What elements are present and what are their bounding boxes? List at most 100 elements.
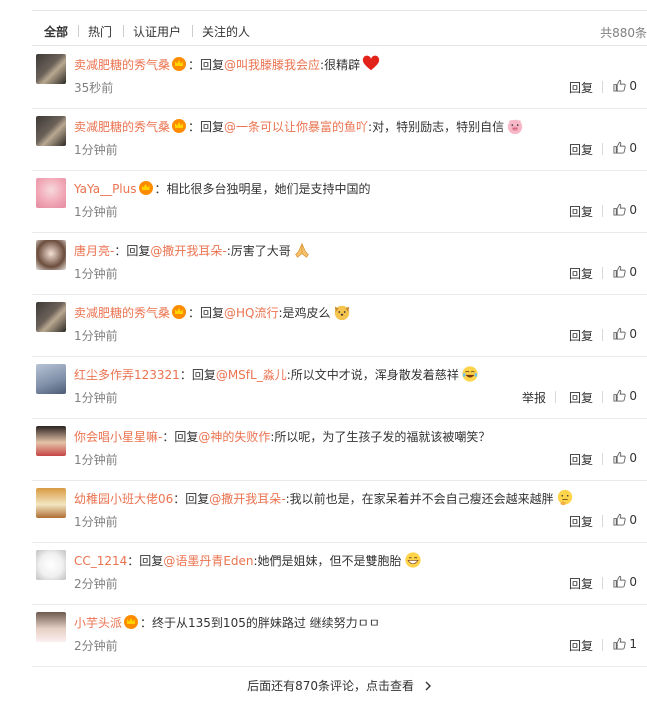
- comment-username[interactable]: 小芋头派: [74, 616, 122, 630]
- comment-text: :很精辟: [320, 58, 361, 72]
- comment-username[interactable]: 卖减肥糖的秀气桑: [74, 120, 170, 134]
- comment-username[interactable]: 你会唱小星星嘛-: [74, 430, 162, 444]
- comment-total: 共880条: [600, 26, 647, 40]
- comment-mention[interactable]: @神的失败作: [198, 430, 270, 444]
- like-button[interactable]: 0: [613, 141, 637, 155]
- comment-line: 幼稚园小班大佬06：回复@撒开我耳朵-:我以前也是，在家呆着并不会自己瘦还会越来…: [74, 489, 644, 509]
- comment-mention[interactable]: @语墨丹青Eden: [163, 554, 253, 568]
- reply-button[interactable]: 回复: [569, 141, 593, 158]
- comment-line: 卖减肥糖的秀气桑 ：回复@叫我滕滕我会应:很精辟: [74, 55, 644, 75]
- dog-face-icon: [333, 303, 351, 321]
- thumbs-up-icon: [613, 141, 626, 154]
- action-divider: [555, 391, 556, 403]
- avatar[interactable]: [36, 178, 66, 208]
- like-count: 0: [625, 389, 637, 403]
- reply-button[interactable]: 回复: [569, 451, 593, 468]
- reply-button[interactable]: 回复: [569, 79, 593, 96]
- comment-mention[interactable]: @撒开我耳朵-: [209, 492, 285, 506]
- comment-line: 小芋头派 ：终于从135到105的胖妹路过 继续努力ㅁㅁ: [74, 613, 644, 633]
- action-divider: [602, 267, 603, 279]
- action-divider: [602, 453, 603, 465]
- like-button[interactable]: 0: [613, 513, 637, 527]
- comment-mention[interactable]: @叫我滕滕我会应: [224, 58, 320, 72]
- comment-item: 红尘多作弄123321：回复@MSfL_淼儿:所以文中才说，浑身散发着慈祥 1分钟…: [32, 356, 647, 418]
- comment-username[interactable]: 卖减肥糖的秀气桑: [74, 306, 170, 320]
- like-button[interactable]: 1: [613, 637, 637, 651]
- comment-actions: 0 回复: [477, 203, 637, 219]
- avatar[interactable]: [36, 426, 66, 456]
- avatar[interactable]: [36, 54, 66, 84]
- action-divider: [602, 205, 603, 217]
- action-divider: [602, 391, 603, 403]
- tab-hot[interactable]: 热门: [88, 23, 112, 40]
- reply-button[interactable]: 回复: [569, 265, 593, 282]
- comment-text: :所以呢，为了生孩子发的福就该被嘲笑？: [270, 430, 491, 444]
- thumbs-up-icon: [613, 327, 626, 340]
- report-button[interactable]: 举报: [522, 389, 546, 406]
- comment-prefix: ：回复: [162, 430, 199, 444]
- comment-prefix: ：回复: [188, 58, 225, 72]
- avatar[interactable]: [36, 488, 66, 518]
- thinking-face-icon: [556, 489, 574, 507]
- avatar[interactable]: [36, 116, 66, 146]
- reply-button[interactable]: 回复: [569, 327, 593, 344]
- comment-username[interactable]: 幼稚园小班大佬06: [74, 492, 173, 506]
- vip-crown-icon: [172, 119, 187, 133]
- comment-username[interactable]: 红尘多作弄123321: [74, 368, 180, 382]
- comment-line: 红尘多作弄123321：回复@MSfL_淼儿:所以文中才说，浑身散发着慈祥: [74, 365, 644, 385]
- tab-following[interactable]: 关注的人: [202, 23, 250, 40]
- reply-button[interactable]: 回复: [569, 389, 593, 406]
- vip-crown-icon: [138, 181, 153, 195]
- comment-mention[interactable]: @撒开我耳朵-: [150, 244, 226, 258]
- comment-prefix: ：回复: [179, 368, 216, 382]
- reply-button[interactable]: 回复: [569, 513, 593, 530]
- like-button[interactable]: 0: [613, 575, 637, 589]
- like-button[interactable]: 0: [613, 389, 637, 403]
- thumbs-up-icon: [613, 265, 626, 278]
- load-more-label: 后面还有870条评论，点击查看: [247, 679, 415, 693]
- comment-line: 唐月亮-：回复@撒开我耳朵-:厉害了大哥: [74, 241, 644, 261]
- tab-divider: [192, 25, 193, 37]
- comment-actions: 0 回复: [477, 327, 637, 343]
- chevron-right-icon: [425, 681, 431, 691]
- comment-username[interactable]: CC_1214: [74, 554, 127, 568]
- top-divider: [32, 10, 647, 11]
- comment-username[interactable]: 唐月亮-: [74, 244, 114, 258]
- comment-text: :我以前也是，在家呆着并不会自己瘦还会越来越胖: [285, 492, 554, 506]
- reply-button[interactable]: 回复: [569, 575, 593, 592]
- comment-time: 1分钟前: [74, 205, 118, 219]
- comment-username[interactable]: YaYa__Plus: [74, 182, 137, 196]
- thumbs-up-icon: [613, 203, 626, 216]
- comment-actions: 1 回复: [477, 637, 637, 653]
- avatar[interactable]: [36, 302, 66, 332]
- comment-time: 35秒前: [74, 81, 114, 95]
- comment-prefix: ：回复: [188, 120, 225, 134]
- like-count: 0: [625, 203, 637, 217]
- comment-prefix: ：: [154, 182, 167, 196]
- reply-button[interactable]: 回复: [569, 637, 593, 654]
- avatar[interactable]: [36, 550, 66, 580]
- reply-button[interactable]: 回复: [569, 203, 593, 220]
- comment-text: 相比很多台独明星，她们是支持中国的: [166, 182, 371, 196]
- like-button[interactable]: 0: [613, 203, 637, 217]
- load-more-link[interactable]: 后面还有870条评论，点击查看: [32, 677, 647, 694]
- vip-crown-icon: [172, 305, 187, 319]
- comment-time: 2分钟前: [74, 639, 118, 653]
- like-button[interactable]: 0: [613, 265, 637, 279]
- like-button[interactable]: 0: [613, 327, 637, 341]
- like-button[interactable]: 0: [613, 79, 637, 93]
- comment-mention[interactable]: @MSfL_淼儿: [216, 368, 287, 382]
- comment-item: 你会唱小星星嘛-：回复@神的失败作:所以呢，为了生孩子发的福就该被嘲笑？ 1分钟前…: [32, 418, 647, 480]
- avatar[interactable]: [36, 612, 66, 642]
- like-count: 0: [625, 451, 637, 465]
- comment-mention[interactable]: @HQ流行: [224, 306, 278, 320]
- avatar[interactable]: [36, 364, 66, 394]
- action-divider: [602, 143, 603, 155]
- comment-mention[interactable]: @一条可以让你暴富的鱼吖: [224, 120, 368, 134]
- tab-verified[interactable]: 认证用户: [133, 23, 181, 40]
- tab-all[interactable]: 全部: [44, 23, 68, 40]
- like-button[interactable]: 0: [613, 451, 637, 465]
- comment-prefix: ：回复: [114, 244, 151, 258]
- comment-username[interactable]: 卖减肥糖的秀气桑: [74, 58, 170, 72]
- avatar[interactable]: [36, 240, 66, 270]
